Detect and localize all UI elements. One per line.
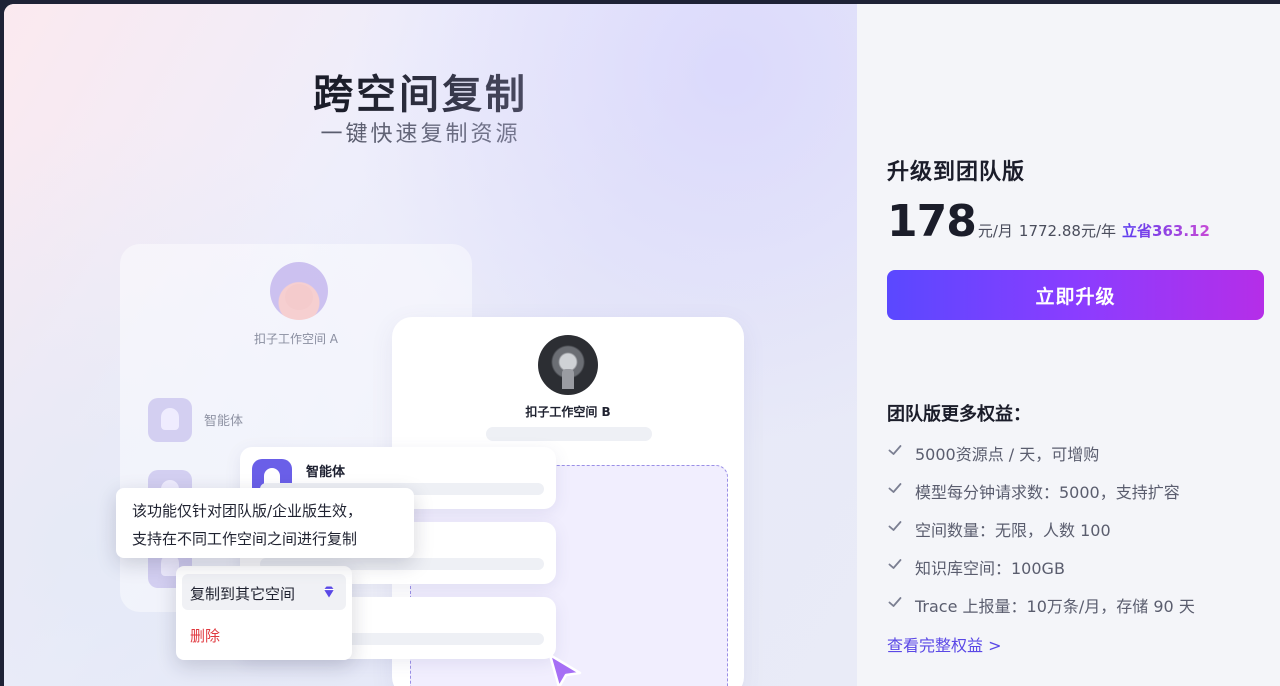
placeholder-bar [486, 427, 652, 441]
check-icon [888, 445, 902, 455]
benefit-text: 知识库空间：100GB [915, 559, 1065, 578]
upgrade-panel: 升级到团队版 178 元/月 1772.88元/年 立省363.12 立即升级 团队版… [857, 4, 1280, 686]
check-icon [888, 597, 902, 607]
workspace-a-avatar [270, 262, 328, 320]
upgrade-now-button[interactable]: 立即升级 [887, 270, 1264, 320]
promo-subtitle: 一键快速复制资源 [320, 122, 521, 147]
menu-item-label: 复制到其它空间 [190, 585, 296, 603]
tooltip-line-2: 支持在不同工作空间之间进行复制 [132, 530, 358, 548]
tooltip-line-1: 该功能仅针对团队版/企业版生效， [132, 502, 363, 520]
check-icon [888, 483, 902, 493]
benefit-text: 5000资源点 / 天，可增购 [915, 445, 1100, 464]
workspace-b-avatar [538, 335, 598, 395]
workspace-a-agent-label: 智能体 [204, 414, 244, 429]
check-icon [888, 559, 902, 569]
feature-tooltip: 该功能仅针对团队版/企业版生效， 支持在不同工作空间之间进行复制 [116, 488, 414, 558]
benefit-text: 空间数量：无限，人数 100 [915, 521, 1111, 540]
benefit-text: 模型每分钟请求数：5000，支持扩容 [915, 483, 1180, 502]
upgrade-modal: 跨空间复制 一键快速复制资源 扣子工作空间 A 智能体 扣子工作空间 B 智能体… [4, 4, 1280, 686]
price-unit: 元/月 [977, 222, 1013, 240]
agent-card-title: 智能体 [306, 465, 346, 480]
diamond-icon [324, 586, 334, 598]
agent-icon [148, 398, 192, 442]
menu-item-copy-to-other-space[interactable]: 复制到其它空间 [182, 574, 346, 610]
promo-title: 跨空间复制 [313, 72, 528, 118]
benefits-title: 团队版更多权益： [887, 404, 1031, 425]
yearly-price: 1772.88元/年 [1018, 222, 1117, 240]
menu-item-delete[interactable]: 删除 [182, 616, 346, 652]
price-row: 178 元/月 1772.88元/年 立省363.12 [887, 196, 1210, 250]
feature-promo-panel: 跨空间复制 一键快速复制资源 扣子工作空间 A 智能体 扣子工作空间 B 智能体… [4, 4, 857, 686]
savings-badge: 立省363.12 [1122, 222, 1210, 240]
view-all-benefits-link[interactable]: 查看完整权益 > [887, 632, 1002, 656]
upgrade-title: 升级到团队版 [887, 160, 1026, 185]
menu-item-label: 删除 [190, 627, 221, 645]
context-menu: 复制到其它空间 删除 [176, 566, 352, 660]
check-icon [888, 521, 902, 531]
price-amount: 178 [887, 196, 977, 247]
benefit-text: Trace 上报量：10万条/月，存储 90 天 [915, 597, 1195, 616]
cursor-arrow-icon [548, 653, 582, 686]
workspace-b-name: 扣子工作空间 B [525, 405, 611, 419]
